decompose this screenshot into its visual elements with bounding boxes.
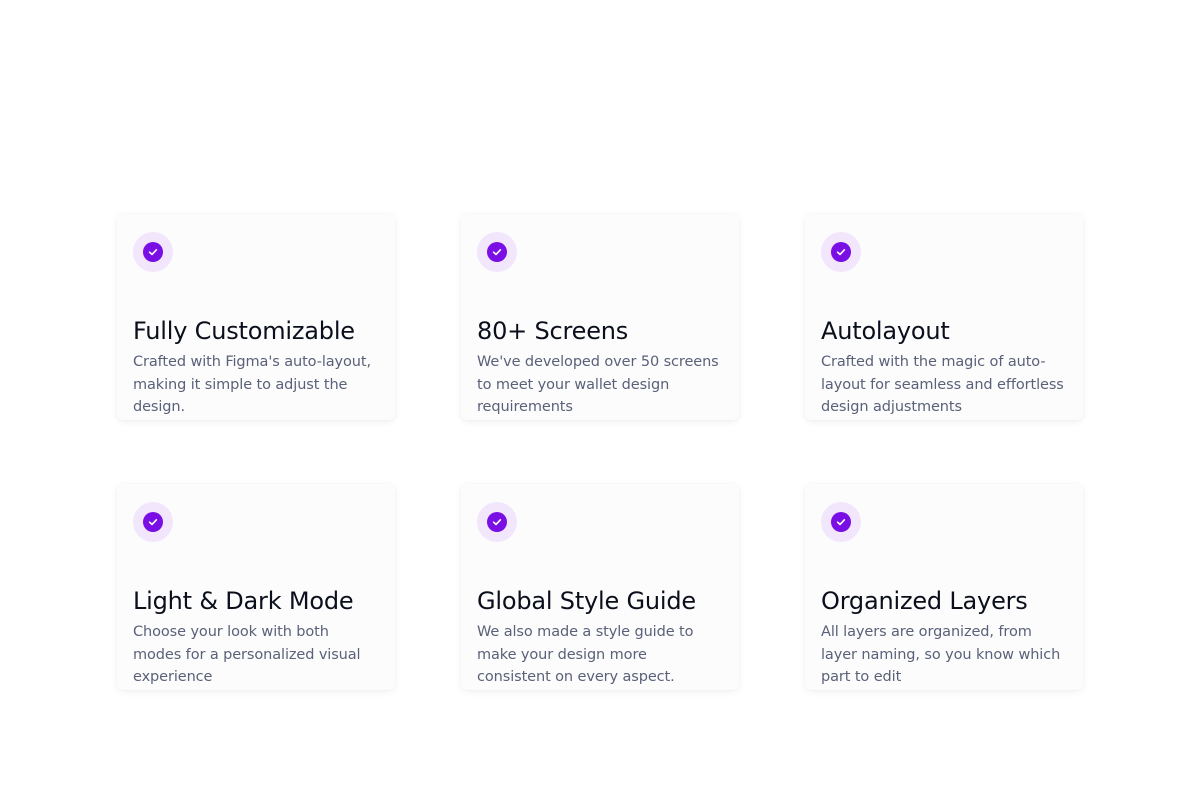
check-circle-icon <box>831 512 851 532</box>
check-badge <box>477 232 517 272</box>
check-badge <box>133 502 173 542</box>
feature-card: Organized Layers All layers are organize… <box>805 484 1083 690</box>
feature-title: 80+ Screens <box>477 317 629 345</box>
check-badge <box>477 502 517 542</box>
feature-card: Autolayout Crafted with the magic of aut… <box>805 214 1083 420</box>
feature-card: Fully Customizable Crafted with Figma's … <box>117 214 395 420</box>
feature-title: Organized Layers <box>821 587 1028 615</box>
feature-card: Global Style Guide We also made a style … <box>461 484 739 690</box>
feature-description: All layers are organized, from layer nam… <box>821 624 1061 685</box>
feature-description: We also made a style guide to make your … <box>477 624 694 685</box>
feature-card: Light & Dark Mode Choose your look with … <box>117 484 395 690</box>
feature-card: 80+ Screens We've developed over 50 scre… <box>461 214 739 420</box>
feature-title: Autolayout <box>821 317 950 345</box>
check-badge <box>133 232 173 272</box>
check-circle-icon <box>831 242 851 262</box>
check-badge <box>821 502 861 542</box>
feature-description: Crafted with Figma's auto-layout, making… <box>133 354 371 415</box>
check-circle-icon <box>143 242 163 262</box>
check-circle-icon <box>487 512 507 532</box>
check-circle-icon <box>143 512 163 532</box>
feature-description: Crafted with the magic of auto-layout fo… <box>821 354 1064 415</box>
features-page: Fully Customizable Crafted with Figma's … <box>0 0 1200 800</box>
feature-title: Global Style Guide <box>477 587 696 615</box>
check-circle-icon <box>487 242 507 262</box>
features-grid: Fully Customizable Crafted with Figma's … <box>117 214 1083 690</box>
feature-title: Fully Customizable <box>133 317 355 345</box>
feature-title: Light & Dark Mode <box>133 587 354 615</box>
feature-description: Choose your look with both modes for a p… <box>133 624 361 685</box>
check-badge <box>821 232 861 272</box>
feature-description: We've developed over 50 screens to meet … <box>477 354 719 415</box>
